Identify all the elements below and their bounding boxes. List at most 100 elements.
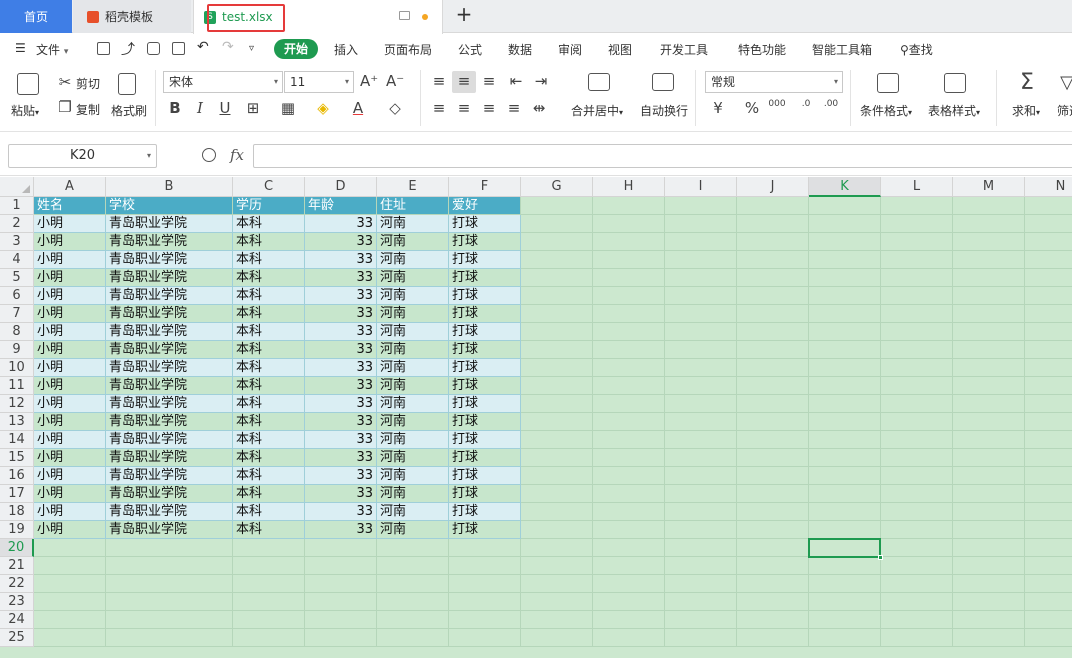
empty-cell[interactable]: [521, 431, 593, 449]
row-header[interactable]: 10: [0, 359, 34, 377]
empty-cell[interactable]: [449, 611, 521, 629]
empty-cell[interactable]: [737, 215, 809, 233]
empty-cell[interactable]: [233, 629, 305, 647]
table-cell[interactable]: 河南: [377, 251, 449, 269]
empty-cell[interactable]: [809, 197, 881, 215]
screen-icon[interactable]: [399, 11, 410, 20]
empty-cell[interactable]: [809, 287, 881, 305]
row-header[interactable]: 4: [0, 251, 34, 269]
empty-cell[interactable]: [881, 359, 953, 377]
empty-cell[interactable]: [809, 557, 881, 575]
empty-cell[interactable]: [953, 269, 1025, 287]
table-cell[interactable]: 本科: [233, 449, 305, 467]
empty-cell[interactable]: [1025, 395, 1072, 413]
empty-cell[interactable]: [593, 323, 665, 341]
column-header-d[interactable]: D: [305, 177, 377, 197]
empty-cell[interactable]: [953, 593, 1025, 611]
empty-cell[interactable]: [881, 539, 953, 557]
table-cell[interactable]: 33: [305, 485, 377, 503]
table-cell[interactable]: 小明: [34, 269, 106, 287]
table-cell[interactable]: 33: [305, 215, 377, 233]
table-cell[interactable]: 打球: [449, 503, 521, 521]
empty-cell[interactable]: [1025, 611, 1072, 629]
table-cell[interactable]: 青岛职业学院: [106, 467, 233, 485]
table-cell[interactable]: 河南: [377, 431, 449, 449]
empty-cell[interactable]: [1025, 215, 1072, 233]
empty-cell[interactable]: [881, 233, 953, 251]
empty-cell[interactable]: [665, 557, 737, 575]
empty-cell[interactable]: [1025, 431, 1072, 449]
empty-cell[interactable]: [305, 539, 377, 557]
column-header-h[interactable]: H: [593, 177, 665, 197]
menu-page-layout[interactable]: 页面布局: [384, 41, 432, 58]
table-cell[interactable]: 小明: [34, 341, 106, 359]
distributed-icon[interactable]: ⇹: [530, 99, 548, 117]
empty-cell[interactable]: [881, 575, 953, 593]
empty-cell[interactable]: [881, 377, 953, 395]
empty-cell[interactable]: [106, 575, 233, 593]
table-header-cell[interactable]: 住址: [377, 197, 449, 215]
empty-cell[interactable]: [953, 557, 1025, 575]
empty-cell[interactable]: [1025, 521, 1072, 539]
table-cell[interactable]: 青岛职业学院: [106, 233, 233, 251]
empty-cell[interactable]: [1025, 449, 1072, 467]
empty-cell[interactable]: [737, 359, 809, 377]
row-header[interactable]: 13: [0, 413, 34, 431]
table-cell[interactable]: 本科: [233, 503, 305, 521]
table-style-button[interactable]: 表格样式▾: [928, 102, 980, 119]
row-header[interactable]: 16: [0, 467, 34, 485]
empty-cell[interactable]: [665, 287, 737, 305]
empty-cell[interactable]: [881, 593, 953, 611]
empty-cell[interactable]: [1025, 485, 1072, 503]
menu-find[interactable]: ⚲查找: [900, 41, 933, 58]
empty-cell[interactable]: [1025, 269, 1072, 287]
empty-cell[interactable]: [1025, 539, 1072, 557]
table-cell[interactable]: 33: [305, 341, 377, 359]
empty-cell[interactable]: [737, 251, 809, 269]
empty-cell[interactable]: [809, 377, 881, 395]
table-cell[interactable]: 打球: [449, 395, 521, 413]
empty-cell[interactable]: [809, 269, 881, 287]
empty-cell[interactable]: [106, 593, 233, 611]
table-cell[interactable]: 33: [305, 431, 377, 449]
align-right-icon[interactable]: ≡: [480, 99, 498, 117]
table-cell[interactable]: 河南: [377, 485, 449, 503]
empty-cell[interactable]: [593, 215, 665, 233]
currency-icon[interactable]: ¥: [709, 99, 727, 117]
empty-cell[interactable]: [593, 521, 665, 539]
empty-cell[interactable]: [809, 449, 881, 467]
table-cell[interactable]: 本科: [233, 467, 305, 485]
column-header-l[interactable]: L: [881, 177, 953, 197]
table-cell[interactable]: 小明: [34, 215, 106, 233]
empty-cell[interactable]: [881, 413, 953, 431]
empty-cell[interactable]: [809, 629, 881, 647]
align-middle-icon[interactable]: ≡: [455, 72, 473, 90]
empty-cell[interactable]: [521, 359, 593, 377]
empty-cell[interactable]: [953, 467, 1025, 485]
empty-cell[interactable]: [953, 341, 1025, 359]
empty-cell[interactable]: [665, 413, 737, 431]
empty-cell[interactable]: [953, 431, 1025, 449]
row-header[interactable]: 20: [0, 539, 34, 557]
empty-cell[interactable]: [665, 503, 737, 521]
empty-cell[interactable]: [521, 215, 593, 233]
table-cell[interactable]: 小明: [34, 485, 106, 503]
empty-cell[interactable]: [521, 485, 593, 503]
empty-cell[interactable]: [881, 557, 953, 575]
menu-view[interactable]: 视图: [608, 41, 632, 58]
empty-cell[interactable]: [953, 395, 1025, 413]
table-cell[interactable]: 小明: [34, 521, 106, 539]
paste-icon[interactable]: [17, 73, 39, 95]
empty-cell[interactable]: [881, 269, 953, 287]
empty-cell[interactable]: [449, 539, 521, 557]
empty-cell[interactable]: [737, 611, 809, 629]
column-header-k[interactable]: K: [809, 177, 881, 197]
table-cell[interactable]: 河南: [377, 413, 449, 431]
empty-cell[interactable]: [521, 521, 593, 539]
empty-cell[interactable]: [377, 557, 449, 575]
empty-cell[interactable]: [953, 287, 1025, 305]
table-cell[interactable]: 小明: [34, 503, 106, 521]
empty-cell[interactable]: [737, 557, 809, 575]
empty-cell[interactable]: [737, 197, 809, 215]
table-cell[interactable]: 小明: [34, 305, 106, 323]
